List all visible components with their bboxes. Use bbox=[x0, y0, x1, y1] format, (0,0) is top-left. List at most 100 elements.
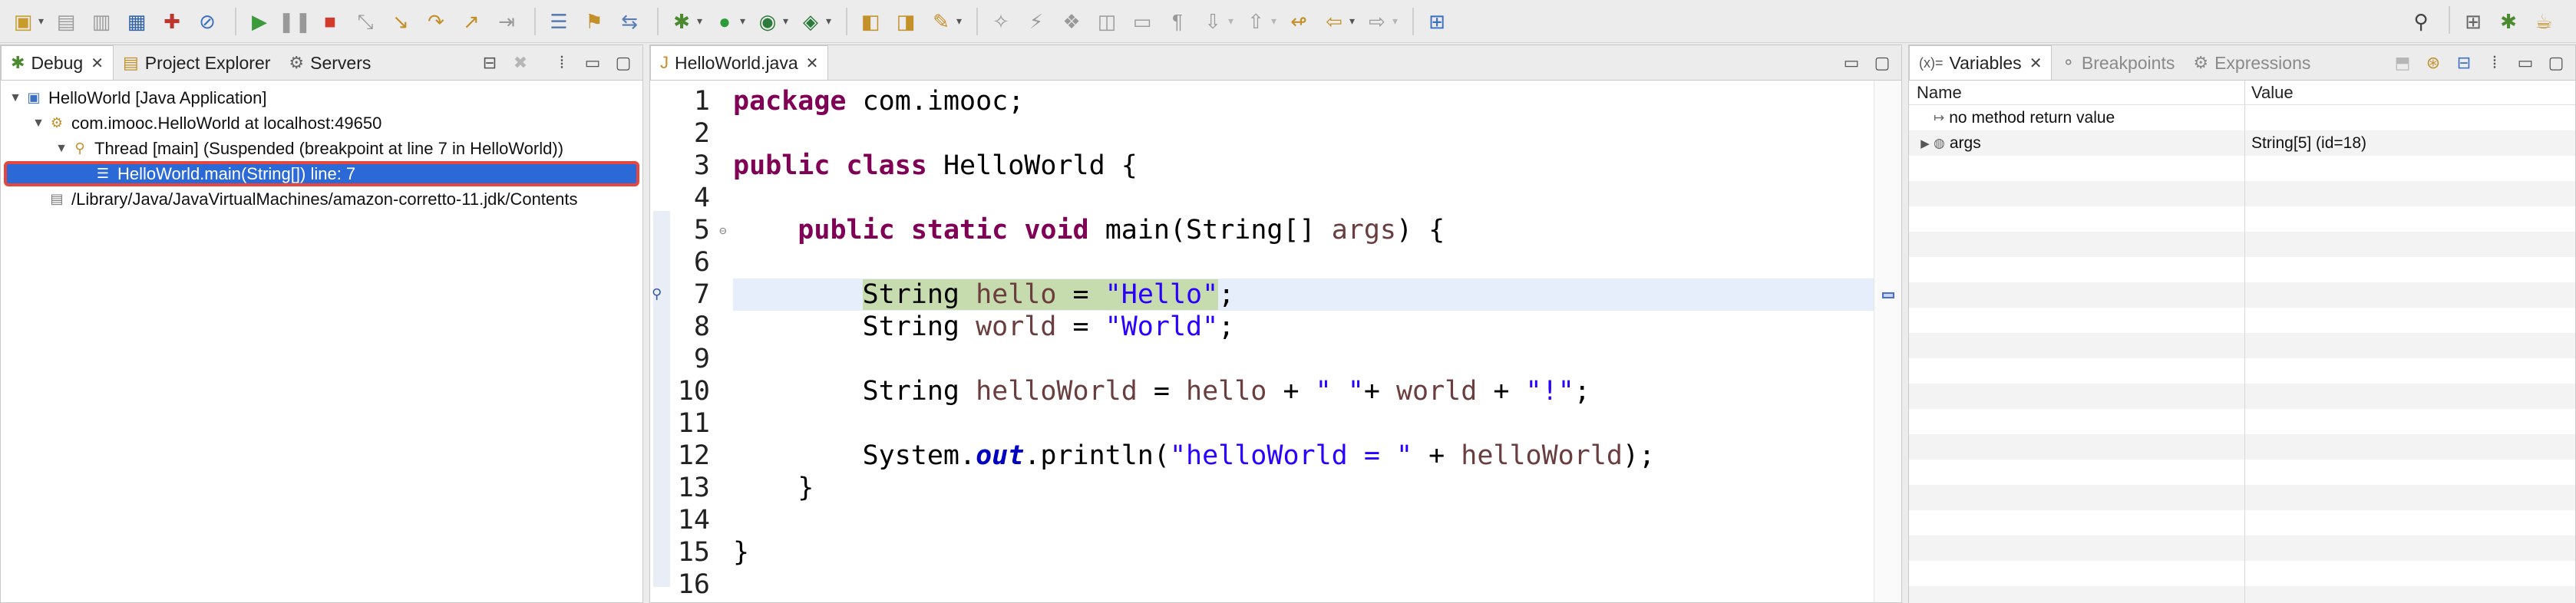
gift-icon[interactable]: ✚ bbox=[157, 6, 187, 37]
code-line[interactable]: 9 bbox=[673, 343, 1898, 375]
terminate-icon[interactable]: ■ bbox=[315, 6, 345, 37]
code-line[interactable]: 8 String world = "World"; bbox=[673, 311, 1898, 343]
tab-breakpoints[interactable]: ⚬ Breakpoints bbox=[2052, 46, 2184, 80]
variable-row[interactable]: ▶ ◍ args String[5] (id=18) bbox=[1909, 130, 2575, 156]
tree-item[interactable]: ▼ ⚙ com.imooc.HelloWorld at localhost:4965… bbox=[1, 110, 642, 136]
save-all-icon[interactable]: ▥ bbox=[86, 6, 117, 37]
save-icon[interactable]: ▤ bbox=[51, 6, 81, 37]
open-type-icon[interactable]: ◧ bbox=[855, 6, 886, 37]
code-line[interactable]: 14 bbox=[673, 504, 1898, 536]
remove-terminated-icon[interactable]: ✖ bbox=[507, 50, 533, 76]
code-line[interactable]: 13 } bbox=[673, 472, 1898, 504]
chevron-down-icon[interactable]: ▾ bbox=[956, 15, 966, 28]
annotation-icon[interactable]: ✧ bbox=[986, 6, 1016, 37]
expand-arrow-icon[interactable]: ▼ bbox=[7, 91, 24, 105]
close-icon[interactable]: ✕ bbox=[91, 54, 104, 73]
code-line[interactable]: 11 bbox=[673, 407, 1898, 440]
tree-item-selected-frame[interactable]: ☰ HelloWorld.main(String[]) line: 7 bbox=[4, 161, 639, 186]
code-line[interactable]: 4 bbox=[673, 182, 1898, 214]
collapse-all-icon[interactable]: ⊟ bbox=[477, 50, 503, 76]
step-over-icon[interactable]: ↷ bbox=[421, 6, 451, 37]
code-line[interactable]: 12 System. out .println("helloWorld = " + … bbox=[673, 440, 1898, 472]
open-perspective-icon[interactable]: ⊞ bbox=[2458, 6, 2488, 37]
maximize-icon[interactable]: ▢ bbox=[610, 50, 636, 76]
chevron-down-icon[interactable]: ▾ bbox=[1271, 15, 1280, 28]
debug-icon[interactable]: ✱ bbox=[666, 6, 697, 37]
fold-icon[interactable]: ⊖ bbox=[719, 223, 733, 238]
step-return-icon[interactable]: ↗ bbox=[456, 6, 487, 37]
code-line[interactable]: 1 package com.imooc; bbox=[673, 85, 1898, 117]
chevron-down-icon[interactable]: ▾ bbox=[1349, 15, 1359, 28]
close-icon[interactable]: ✕ bbox=[806, 54, 819, 73]
chevron-down-icon[interactable]: ▾ bbox=[38, 15, 48, 28]
expand-arrow-icon[interactable]: ▼ bbox=[30, 117, 47, 130]
chevron-down-icon[interactable]: ▾ bbox=[697, 15, 706, 28]
drop-to-frame-icon[interactable]: ⇥ bbox=[491, 6, 522, 37]
step-into-icon[interactable]: ↘ bbox=[385, 6, 416, 37]
disconnect-icon[interactable]: ⤡ bbox=[350, 6, 381, 37]
code-line[interactable]: 5 ⊖ public static void main(String[] args… bbox=[673, 214, 1898, 246]
debug-perspective-icon[interactable]: ✱ bbox=[2493, 6, 2524, 37]
chevron-down-icon[interactable]: ▾ bbox=[1392, 15, 1402, 28]
column-header-value[interactable]: Value bbox=[2245, 81, 2575, 104]
show-whitespace-icon[interactable]: ¶ bbox=[1162, 6, 1193, 37]
current-line-marker[interactable] bbox=[1882, 292, 1894, 298]
code-line[interactable]: 2 bbox=[673, 117, 1898, 150]
tree-item[interactable]: ▼ ⚲ Thread [main] (Suspended (breakpoint a… bbox=[1, 136, 642, 161]
breakpoint-icon[interactable]: ⚲ bbox=[652, 286, 662, 302]
open-task-icon[interactable]: ◨ bbox=[890, 6, 921, 37]
chevron-down-icon[interactable]: ▾ bbox=[826, 15, 835, 28]
minimize-icon[interactable]: ▭ bbox=[1838, 50, 1864, 76]
external-tools-icon[interactable]: ⚑ bbox=[579, 6, 609, 37]
resume-icon[interactable]: ▶ bbox=[244, 6, 275, 37]
view-menu-icon[interactable]: ⦙ bbox=[2482, 50, 2508, 76]
collapse-all-icon[interactable]: ⊟ bbox=[2451, 50, 2477, 76]
search-icon[interactable]: ⚲ bbox=[2406, 6, 2436, 37]
tab-project-explorer[interactable]: ▤ Project Explorer bbox=[114, 46, 279, 80]
new-icon[interactable]: ▣ bbox=[8, 6, 38, 37]
show-logical-structure-icon[interactable]: ⊛ bbox=[2420, 50, 2446, 76]
run-last-icon[interactable]: ◈ bbox=[795, 6, 826, 37]
maximize-icon[interactable]: ▢ bbox=[1869, 50, 1895, 76]
show-type-names-icon[interactable]: ⬒ bbox=[2389, 50, 2416, 76]
block-selection-icon[interactable]: ▭ bbox=[1127, 6, 1158, 37]
run-icon[interactable]: ● bbox=[709, 6, 740, 37]
forward-icon[interactable]: ⇨ bbox=[1362, 6, 1392, 37]
vertical-ruler[interactable]: ⚲ bbox=[650, 81, 670, 602]
expand-arrow-icon[interactable]: ▶ bbox=[1917, 137, 1934, 150]
tab-variables[interactable]: (x)= Variables ✕ bbox=[1909, 45, 2053, 80]
chevron-down-icon[interactable]: ▾ bbox=[783, 15, 792, 28]
last-edit-icon[interactable]: ↫ bbox=[1283, 6, 1314, 37]
next-annotation-icon[interactable]: ⚡ bbox=[1021, 6, 1052, 37]
code-line[interactable]: 15} bbox=[673, 536, 1898, 568]
prev-edit-icon[interactable]: ⇧ bbox=[1240, 6, 1271, 37]
back-icon[interactable]: ⇦ bbox=[1319, 6, 1349, 37]
column-header-name[interactable]: Name bbox=[1909, 81, 2245, 104]
close-icon[interactable]: ✕ bbox=[2029, 54, 2043, 73]
suspend-icon[interactable]: ❚❚ bbox=[278, 6, 312, 37]
minimize-icon[interactable]: ▭ bbox=[2512, 50, 2538, 76]
tab-servers[interactable]: ⚙ Servers bbox=[279, 46, 380, 80]
code-line[interactable]: 6 bbox=[673, 246, 1898, 278]
code-line[interactable]: 3 public class HelloWorld { bbox=[673, 150, 1898, 182]
chevron-down-icon[interactable]: ▾ bbox=[1228, 15, 1237, 28]
search-icon[interactable]: ✎ bbox=[926, 6, 956, 37]
minimize-icon[interactable]: ▭ bbox=[580, 50, 606, 76]
variable-row[interactable]: ↦ no method return value bbox=[1909, 105, 2575, 130]
expand-arrow-icon[interactable]: ▼ bbox=[53, 142, 70, 156]
print-icon[interactable]: ▦ bbox=[121, 6, 152, 37]
tree-item[interactable]: ▼ ▣ HelloWorld [Java Application] bbox=[1, 85, 642, 110]
next-edit-icon[interactable]: ⇩ bbox=[1197, 6, 1228, 37]
tab-debug[interactable]: ✱ Debug ✕ bbox=[1, 45, 114, 80]
code-line[interactable]: 10 String helloWorld = hello + " " + worl… bbox=[673, 375, 1898, 407]
skip-breakpoints-icon[interactable]: ⊘ bbox=[192, 6, 223, 37]
tab-expressions[interactable]: ⚙ Expressions bbox=[2184, 46, 2320, 80]
tab-editor-file[interactable]: J HelloWorld.java ✕ bbox=[650, 45, 829, 80]
toggle-mark-icon[interactable]: ◫ bbox=[1091, 6, 1122, 37]
overview-ruler[interactable] bbox=[1874, 81, 1901, 602]
tree-item[interactable]: ▤ /Library/Java/JavaVirtualMachines/amazo… bbox=[1, 186, 642, 212]
java-perspective-icon[interactable]: ☕ bbox=[2528, 6, 2559, 37]
use-step-filters-icon[interactable]: ☰ bbox=[543, 6, 574, 37]
prev-annotation-icon[interactable]: ❖ bbox=[1056, 6, 1087, 37]
coverage-icon[interactable]: ◉ bbox=[752, 6, 783, 37]
